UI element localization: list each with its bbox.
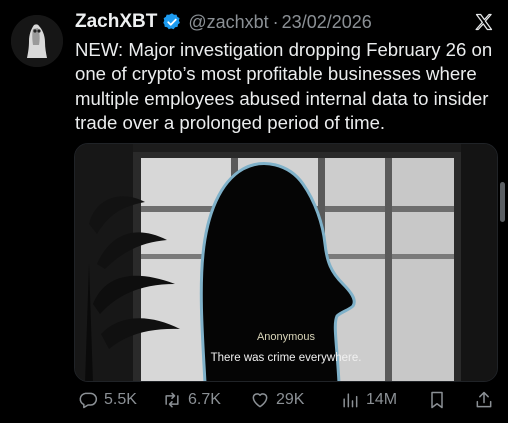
separator-dot: · <box>272 11 279 32</box>
like-count: 29K <box>276 391 305 408</box>
video-thumbnail <box>75 144 497 381</box>
tweet-media[interactable]: Anonymous There was crime everywhere. <box>74 143 498 382</box>
tweet-date[interactable]: 23/02/2026 <box>282 12 372 33</box>
views-button[interactable]: 14M <box>340 390 397 410</box>
repost-button[interactable]: 6.7K <box>162 390 221 410</box>
avatar-image <box>11 15 63 67</box>
reply-button[interactable]: 5.5K <box>78 390 137 410</box>
x-logo-icon <box>475 13 493 31</box>
tweet-text: NEW: Major investigation dropping Februa… <box>75 39 493 134</box>
video-caption-speaker: Anonymous <box>256 331 316 343</box>
like-icon <box>252 393 268 408</box>
share-button[interactable] <box>474 390 500 410</box>
bookmark-icon <box>431 391 443 409</box>
verified-badge-icon <box>163 13 181 30</box>
author-name[interactable]: ZachXBT <box>75 11 157 33</box>
tweet-header: ZachXBT @zachxbt · 23/02/2026 <box>75 10 494 34</box>
scrollbar[interactable] <box>500 182 505 222</box>
bookmark-button[interactable] <box>427 390 453 410</box>
reply-icon <box>79 392 98 409</box>
reply-count: 5.5K <box>104 391 137 408</box>
tweet-actions: 5.5K 6.7K 29K 14M <box>74 390 498 414</box>
views-count: 14M <box>366 391 398 408</box>
author-handle[interactable]: @zachxbt <box>188 12 268 33</box>
like-button[interactable]: 29K <box>250 390 304 410</box>
video-caption-text: There was crime everywhere. <box>210 352 362 364</box>
avatar[interactable] <box>11 15 63 67</box>
views-icon <box>343 393 358 408</box>
repost-count: 6.7K <box>188 391 221 408</box>
repost-icon <box>165 392 179 408</box>
share-icon <box>476 391 492 408</box>
